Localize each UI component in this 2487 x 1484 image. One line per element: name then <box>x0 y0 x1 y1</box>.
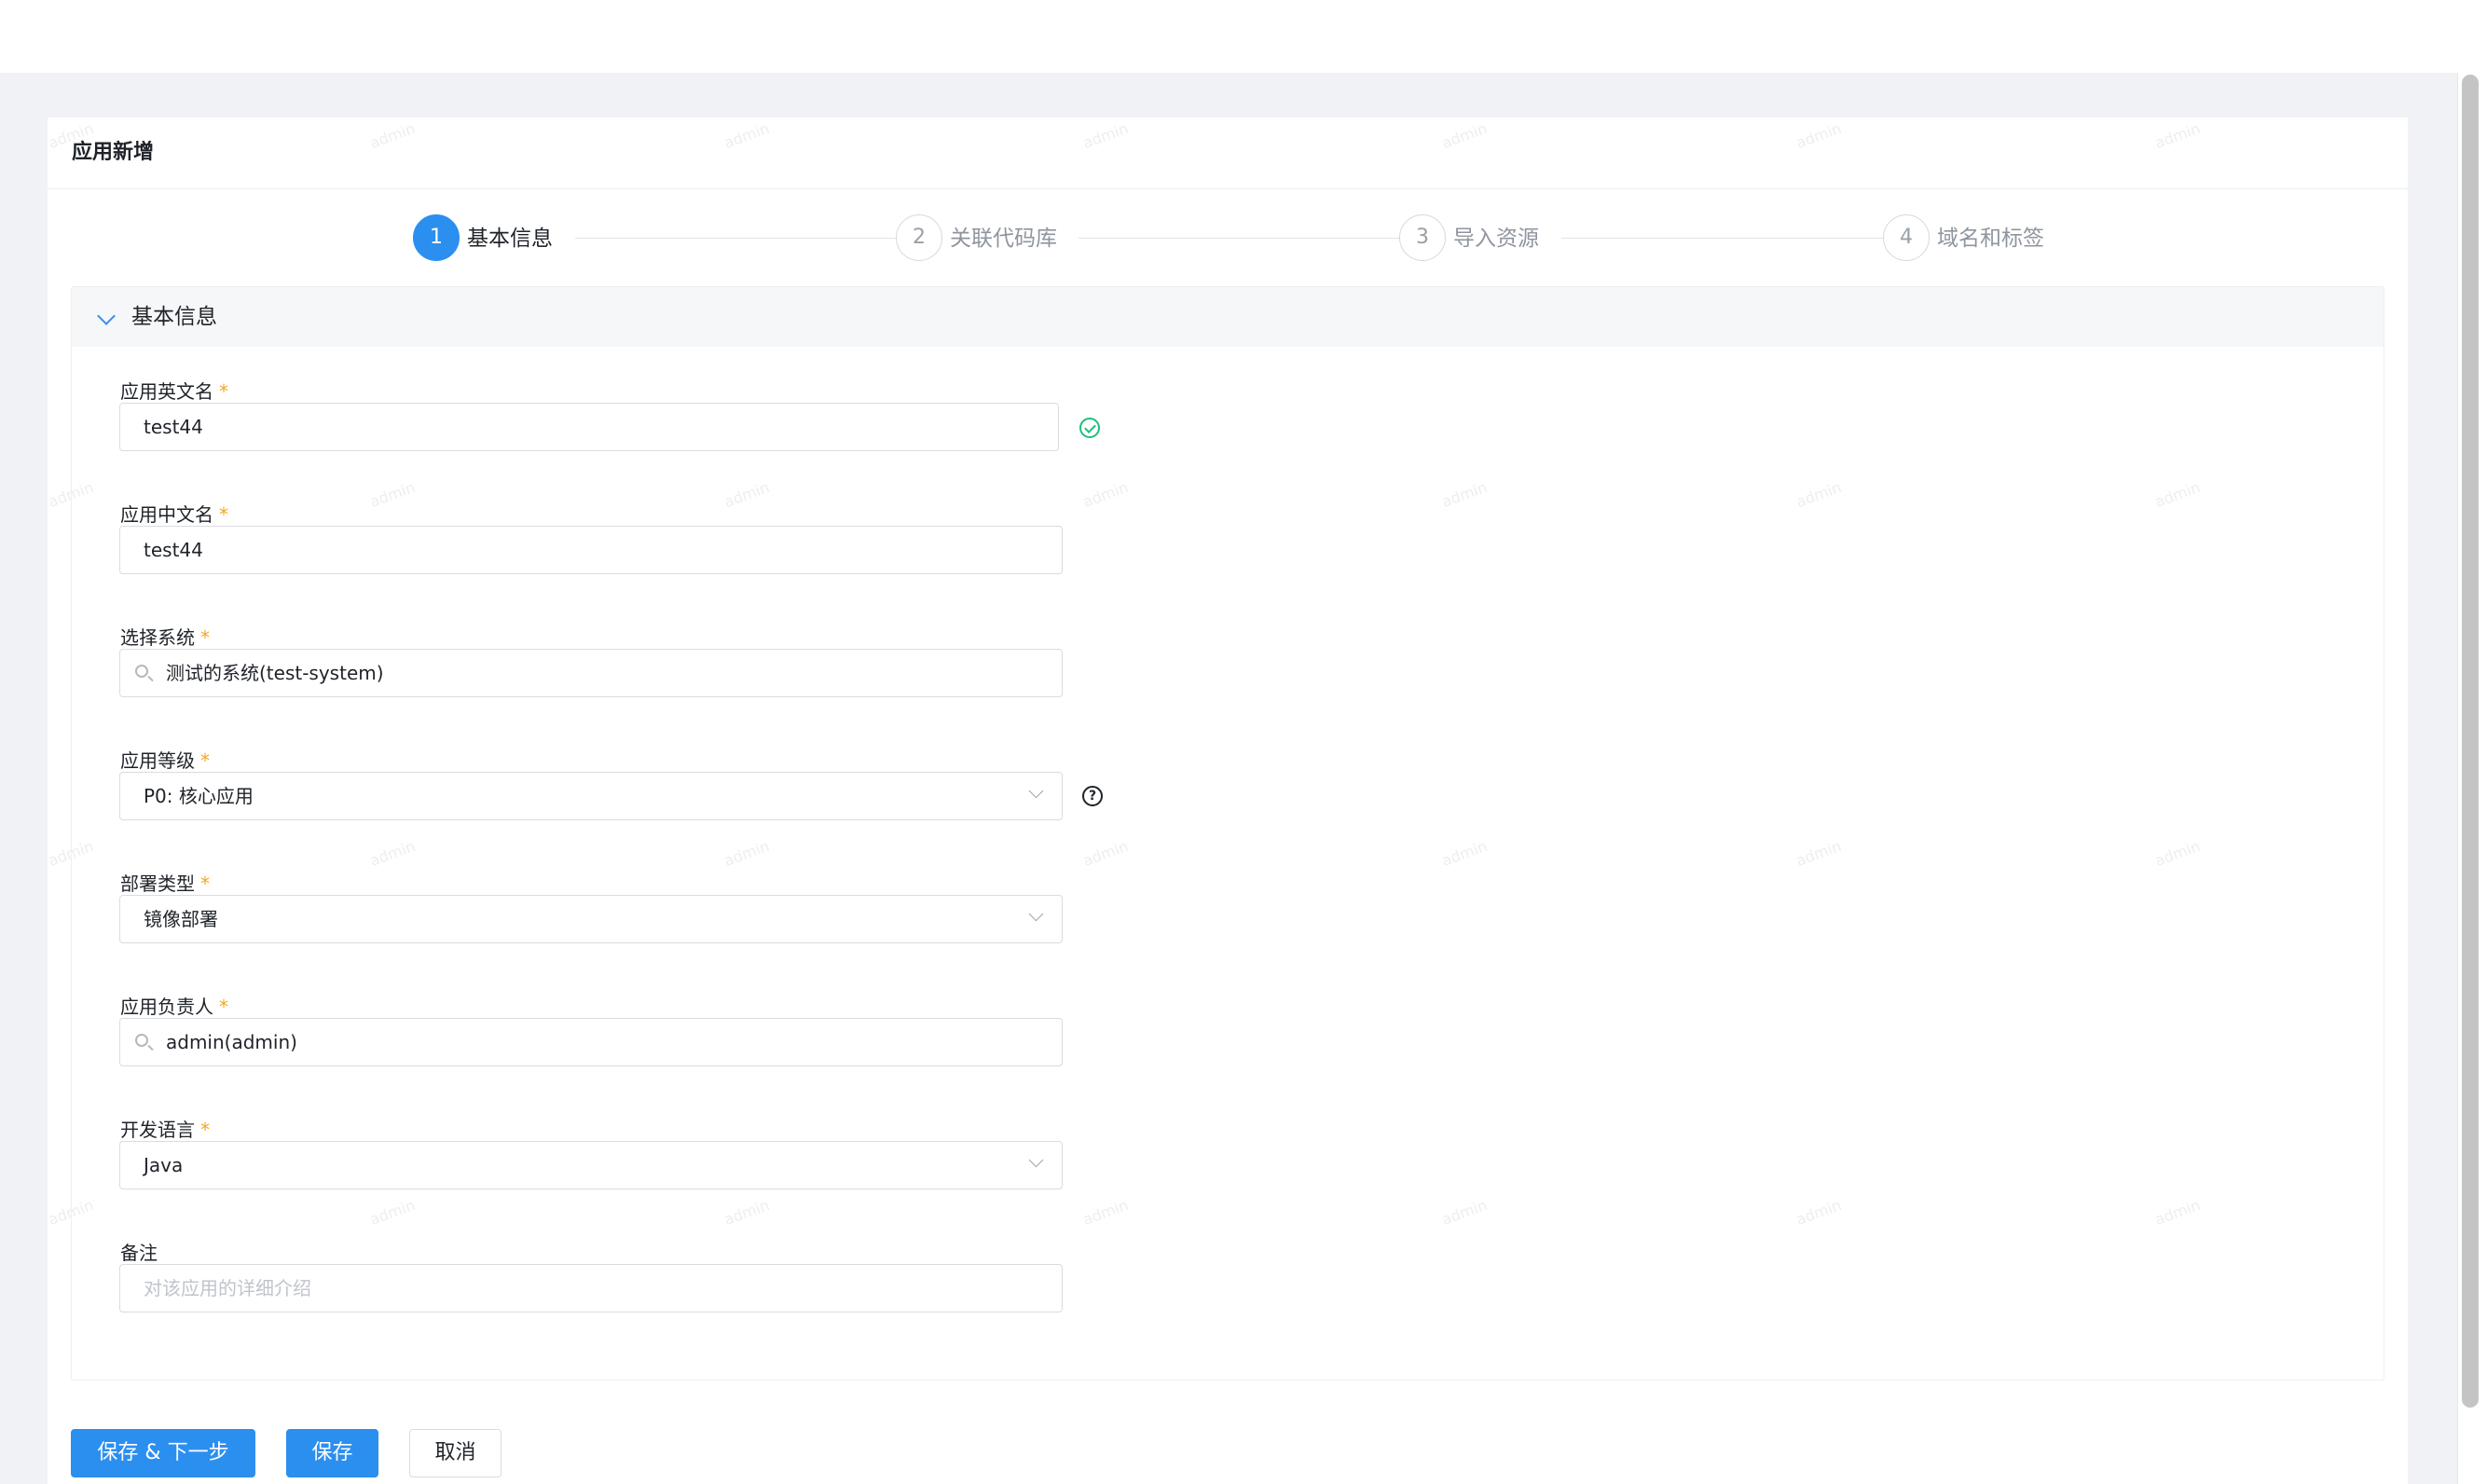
chevron-down-icon <box>1028 783 1044 799</box>
required-mark: * <box>219 380 228 403</box>
page-title: 应用新增 <box>72 141 155 164</box>
step-link-repo[interactable]: 2 关联代码库 <box>896 214 1110 263</box>
owner-value: admin(admin) <box>166 1031 297 1053</box>
system-label: 选择系统 * <box>120 626 210 649</box>
section-header[interactable]: 基本信息 <box>72 287 2384 347</box>
app-cn-name-label: 应用中文名 * <box>120 503 228 526</box>
owner-search-input[interactable]: admin(admin) <box>119 1018 1063 1066</box>
level-label: 应用等级 * <box>120 749 210 772</box>
step-label: 域名和标签 <box>1937 227 2044 251</box>
language-label: 开发语言 * <box>120 1119 210 1141</box>
step-connector <box>575 238 920 239</box>
save-and-next-button[interactable]: 保存 & 下一步 <box>71 1429 255 1477</box>
app-en-name-value: test44 <box>144 416 203 438</box>
deploy-type-label: 部署类型 * <box>120 873 210 895</box>
required-mark: * <box>219 996 228 1018</box>
step-number: 3 <box>1399 214 1446 261</box>
step-connector <box>1079 238 1425 239</box>
required-mark: * <box>200 873 210 895</box>
step-import-resources[interactable]: 3 导入资源 <box>1399 214 1586 263</box>
remark-placeholder: 对该应用的详细介绍 <box>144 1277 311 1299</box>
remark-label: 备注 <box>120 1242 158 1264</box>
basic-info-section: 基本信息 应用英文名 * test44 应用中文名 * test44 选择系统 * 测… <box>71 286 2384 1381</box>
chevron-down-icon <box>1028 906 1044 922</box>
step-domain-tags[interactable]: 4 域名和标签 <box>1883 214 2097 263</box>
scrollbar-thumb[interactable] <box>2462 75 2479 1408</box>
required-mark: * <box>200 1119 210 1141</box>
app-cn-name-input[interactable]: test44 <box>119 526 1063 574</box>
check-circle-icon <box>1079 418 1100 438</box>
app-en-name-input[interactable]: test44 <box>119 403 1059 451</box>
system-value: 测试的系统(test-system) <box>166 662 384 684</box>
card-header: 应用新增 <box>48 117 2408 189</box>
system-search-input[interactable]: 测试的系统(test-system) <box>119 649 1063 697</box>
cancel-button[interactable]: 取消 <box>409 1429 502 1477</box>
step-label: 导入资源 <box>1453 227 1539 251</box>
app-create-card: admin admin admin admin admin admin admi… <box>48 117 2408 1484</box>
step-number: 4 <box>1883 214 1930 261</box>
chevron-down-icon[interactable] <box>97 307 116 325</box>
step-number: 1 <box>413 214 460 261</box>
remark-input[interactable]: 对该应用的详细介绍 <box>119 1264 1063 1312</box>
chevron-down-icon <box>1028 1152 1044 1168</box>
step-label: 关联代码库 <box>950 227 1057 251</box>
required-mark: * <box>219 503 228 526</box>
section-title: 基本信息 <box>131 305 217 329</box>
deploy-type-value: 镜像部署 <box>144 908 218 930</box>
step-connector <box>1561 238 1908 239</box>
step-basic-info[interactable]: 1 基本信息 <box>413 214 599 263</box>
top-bar <box>0 0 2487 73</box>
language-select[interactable]: Java <box>119 1141 1063 1189</box>
deploy-type-select[interactable]: 镜像部署 <box>119 895 1063 943</box>
level-value: P0: 核心应用 <box>144 785 254 807</box>
app-cn-name-value: test44 <box>144 539 203 561</box>
language-value: Java <box>144 1154 184 1176</box>
save-button[interactable]: 保存 <box>286 1429 378 1477</box>
search-icon <box>135 665 148 678</box>
step-number: 2 <box>896 214 942 261</box>
app-en-name-label: 应用英文名 * <box>120 380 228 403</box>
required-mark: * <box>200 626 210 649</box>
search-icon <box>135 1034 148 1047</box>
level-select[interactable]: P0: 核心应用 <box>119 772 1063 820</box>
required-mark: * <box>200 749 210 772</box>
question-circle-icon[interactable]: ? <box>1082 786 1103 806</box>
owner-label: 应用负责人 * <box>120 996 228 1018</box>
step-label: 基本信息 <box>467 227 553 251</box>
